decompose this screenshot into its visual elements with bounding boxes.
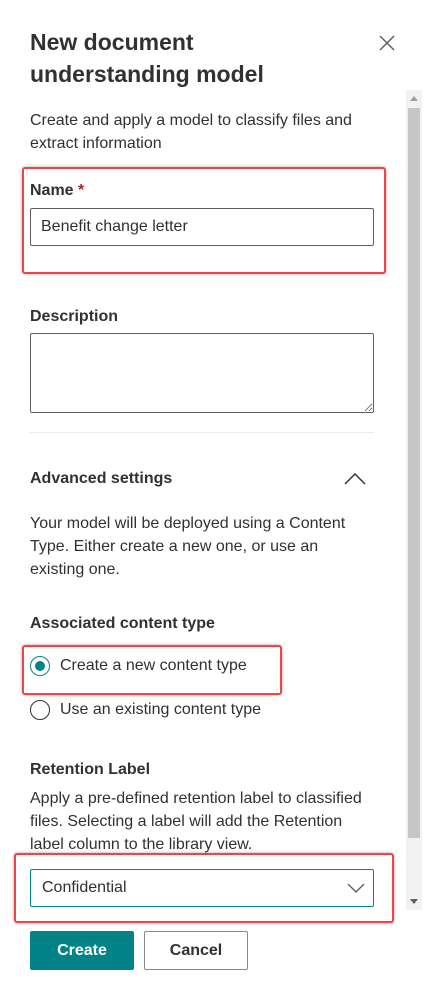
scroll-up-arrow-icon[interactable] bbox=[410, 96, 418, 101]
radio-button-checked[interactable] bbox=[30, 656, 50, 676]
description-label: Description bbox=[30, 308, 119, 325]
radio-use-existing-content-type[interactable]: Use an existing content type bbox=[30, 697, 261, 723]
create-button[interactable]: Create bbox=[30, 931, 134, 970]
name-input[interactable] bbox=[30, 208, 374, 246]
section-divider bbox=[30, 432, 374, 433]
scrollbar[interactable] bbox=[406, 90, 422, 910]
scroll-down-arrow-icon[interactable] bbox=[410, 899, 418, 904]
required-marker: * bbox=[78, 182, 85, 199]
radio-label: Create a new content type bbox=[60, 657, 247, 674]
panel-title: New document understanding model bbox=[30, 29, 264, 87]
close-icon bbox=[379, 35, 395, 51]
retention-label-dropdown[interactable]: Confidential bbox=[30, 869, 374, 907]
close-button[interactable] bbox=[374, 30, 400, 56]
chevron-up-icon bbox=[344, 472, 366, 485]
advanced-settings-toggle[interactable]: Advanced settings bbox=[30, 462, 374, 498]
name-label-text: Name bbox=[30, 182, 74, 199]
scrollbar-thumb[interactable] bbox=[408, 108, 420, 838]
panel-content: Create and apply a model to classify fil… bbox=[0, 90, 404, 910]
radio-create-new-content-type[interactable]: Create a new content type bbox=[30, 653, 247, 679]
name-label: Name * bbox=[30, 181, 84, 201]
advanced-settings-label: Advanced settings bbox=[30, 470, 173, 487]
retention-label-description: Apply a pre-defined retention label to c… bbox=[30, 790, 362, 853]
intro-text: Create and apply a model to classify fil… bbox=[30, 112, 352, 152]
chevron-down-icon bbox=[347, 883, 365, 893]
radio-button-unchecked[interactable] bbox=[30, 700, 50, 720]
advanced-settings-description: Your model will be deployed using a Cont… bbox=[30, 515, 346, 578]
retention-label-title: Retention Label bbox=[30, 761, 151, 778]
content-type-label: Associated content type bbox=[30, 615, 215, 632]
radio-label: Use an existing content type bbox=[60, 701, 262, 718]
description-input[interactable] bbox=[30, 333, 374, 413]
cancel-button[interactable]: Cancel bbox=[144, 931, 248, 970]
dropdown-selected-value: Confidential bbox=[42, 879, 127, 896]
